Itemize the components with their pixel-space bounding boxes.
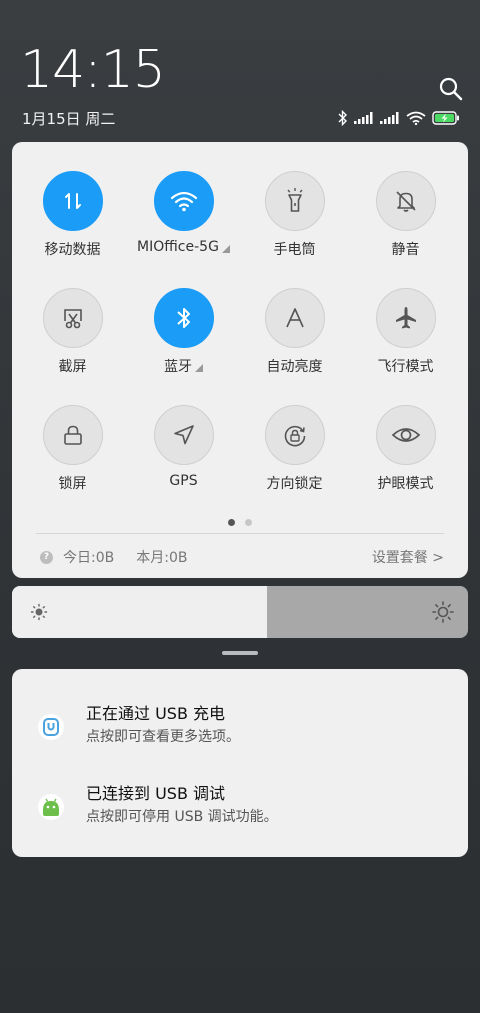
tile-mobile-data[interactable]: 移动数据 <box>17 171 128 259</box>
signal-icon <box>380 112 400 124</box>
tile-bluetooth[interactable]: 蓝牙 <box>128 288 239 376</box>
notification-title: 正在通过 USB 充电 <box>86 704 226 723</box>
notification-desc: 点按即可停用 USB 调试功能。 <box>86 809 278 825</box>
tile-wifi[interactable]: MIOffice-5G <box>128 171 239 255</box>
page-indicator <box>12 519 468 526</box>
quick-settings-panel: 移动数据 MIOffice-5G 手电筒 静音 截屏 蓝牙 自动亮度 飞行模式 … <box>12 142 468 578</box>
page-dot[interactable] <box>245 519 252 526</box>
android-icon <box>38 794 64 820</box>
tile-flashlight[interactable]: 手电筒 <box>239 171 350 259</box>
tile-label: 飞行模式 <box>350 356 461 376</box>
tile-label: 方向锁定 <box>239 473 350 493</box>
expand-triangle-icon <box>195 363 203 372</box>
mobile-data-icon[interactable] <box>42 171 103 231</box>
panel-drag-handle[interactable] <box>222 651 258 655</box>
usage-month: 本月:0B <box>136 550 188 566</box>
tile-label-text: 静音 <box>391 242 420 258</box>
brightness-low-icon <box>30 603 48 625</box>
tile-label-text: 飞行模式 <box>377 359 434 375</box>
notification-usb-charging[interactable]: 正在通过 USB 充电 点按即可查看更多选项。 <box>12 700 468 760</box>
tile-gps[interactable]: GPS <box>128 405 239 489</box>
auto-brightness-icon[interactable] <box>264 288 325 348</box>
screenshot-icon[interactable] <box>42 288 103 348</box>
brightness-high-icon <box>432 601 454 627</box>
tile-label-text: 截屏 <box>58 359 87 375</box>
eye-icon[interactable] <box>375 405 436 465</box>
flashlight-icon[interactable] <box>264 171 325 231</box>
tile-label-text: MIOffice-5G <box>137 239 219 255</box>
tile-label: 静音 <box>350 239 461 259</box>
tile-label: GPS <box>128 473 239 489</box>
tile-label: 锁屏 <box>17 473 128 493</box>
expand-triangle-icon <box>221 244 230 253</box>
tile-label: 移动数据 <box>17 239 128 259</box>
notification-usb-debugging[interactable]: 已连接到 USB 调试 点按即可停用 USB 调试功能。 <box>12 780 468 840</box>
tile-eye-care[interactable]: 护眼模式 <box>350 405 461 493</box>
mute-bell-icon[interactable] <box>375 171 436 231</box>
tile-label: 截屏 <box>17 356 128 376</box>
signal-icon <box>354 112 374 124</box>
location-icon[interactable] <box>153 405 214 465</box>
tile-rotation-lock[interactable]: 方向锁定 <box>239 405 350 493</box>
tile-screenshot[interactable]: 截屏 <box>17 288 128 376</box>
brightness-fill <box>12 586 268 638</box>
wifi-icon[interactable] <box>153 171 214 231</box>
page-dot[interactable] <box>228 519 235 526</box>
usage-today: 今日:0B <box>63 550 115 566</box>
tile-auto-brightness[interactable]: 自动亮度 <box>239 288 350 376</box>
rotation-lock-icon[interactable] <box>264 405 325 465</box>
notification-title: 已连接到 USB 调试 <box>86 784 226 803</box>
tile-label: 自动亮度 <box>239 356 350 376</box>
help-icon: ? <box>40 550 53 564</box>
clock-time: 14:15 <box>20 40 166 100</box>
tile-label-text: 护眼模式 <box>377 476 434 492</box>
tile-mute[interactable]: 静音 <box>350 171 461 259</box>
bluetooth-icon <box>338 110 348 126</box>
lock-icon[interactable] <box>42 405 103 465</box>
wifi-icon <box>406 111 426 125</box>
tile-label-text: 方向锁定 <box>266 476 323 492</box>
tile-label: 手电筒 <box>239 239 350 259</box>
tile-label: MIOffice-5G <box>128 239 239 255</box>
tile-label-text: GPS <box>169 473 198 489</box>
notification-desc: 点按即可查看更多选项。 <box>86 729 240 745</box>
tile-label-text: 移动数据 <box>44 242 101 258</box>
tile-label: 护眼模式 <box>350 473 461 493</box>
tile-label-text: 锁屏 <box>58 476 87 492</box>
date-label: 1月15日 周二 <box>22 110 116 128</box>
tile-lock-screen[interactable]: 锁屏 <box>17 405 128 493</box>
battery-charging-icon <box>432 111 460 125</box>
tile-label-text: 蓝牙 <box>164 359 192 375</box>
status-bar-icons <box>338 108 460 128</box>
usb-icon <box>38 714 64 740</box>
tile-label: 蓝牙 <box>128 356 239 376</box>
bluetooth-icon[interactable] <box>153 288 214 348</box>
tile-airplane[interactable]: 飞行模式 <box>350 288 461 376</box>
search-icon[interactable] <box>438 76 464 102</box>
airplane-icon[interactable] <box>375 288 436 348</box>
divider <box>36 533 444 534</box>
data-usage: ? 今日:0B 本月:0B <box>40 547 187 567</box>
tile-label-text: 手电筒 <box>273 242 316 258</box>
notification-card: 正在通过 USB 充电 点按即可查看更多选项。 已连接到 USB 调试 点按即可… <box>12 669 468 857</box>
set-plan-link[interactable]: 设置套餐 > <box>372 547 444 567</box>
brightness-slider[interactable] <box>12 586 468 638</box>
tile-label-text: 自动亮度 <box>266 359 323 375</box>
